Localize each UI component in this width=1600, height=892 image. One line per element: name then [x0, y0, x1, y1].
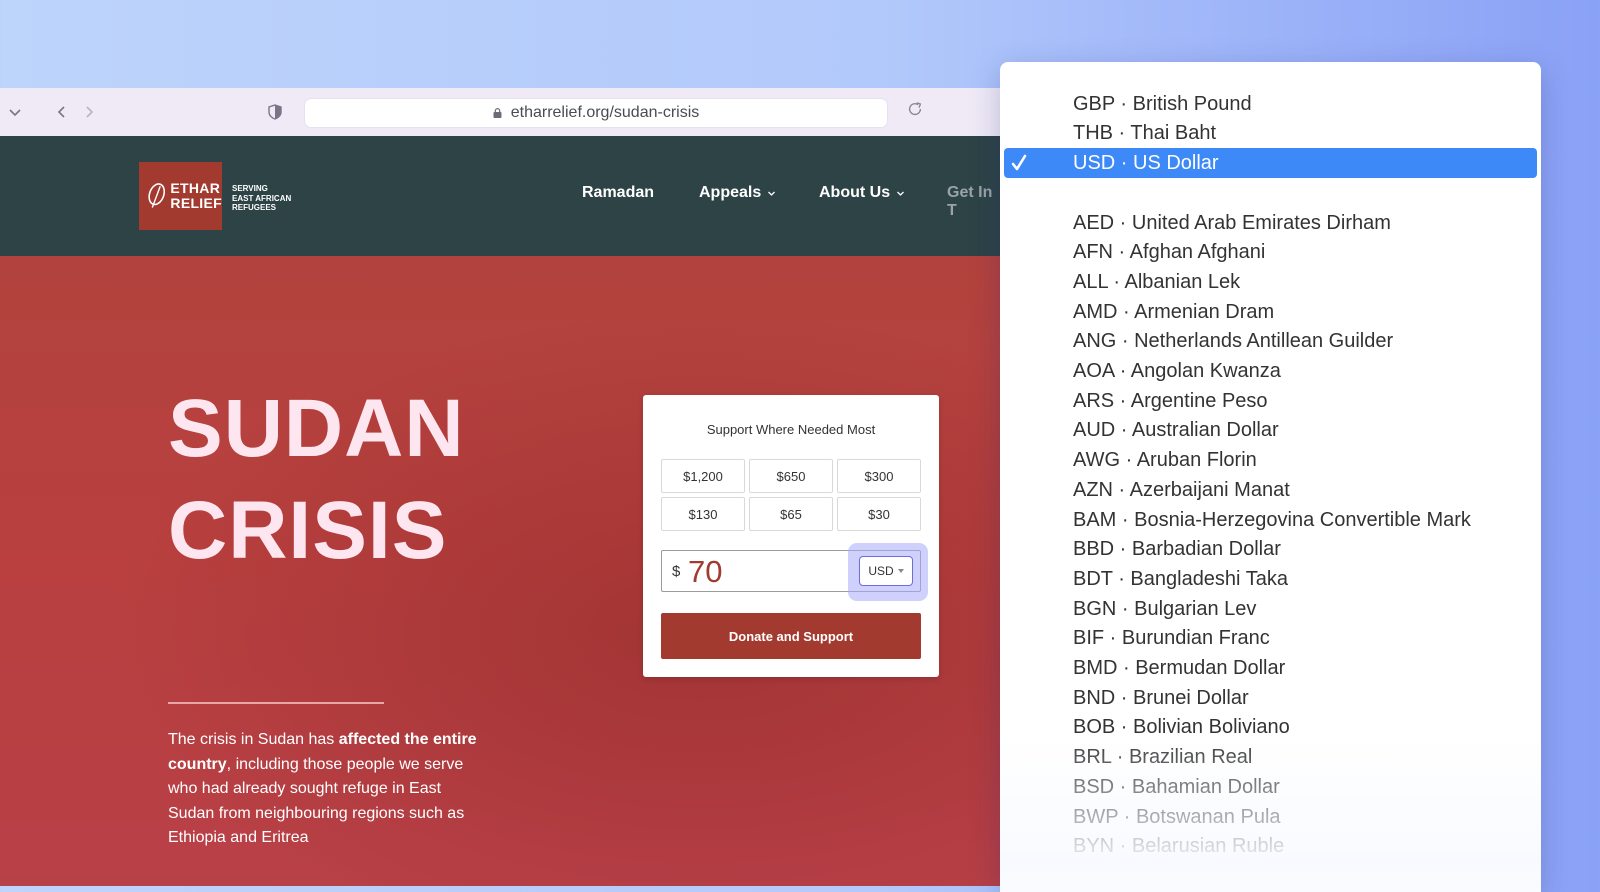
dropdown-option[interactable]: BIF · Burundian Franc — [1000, 624, 1541, 654]
dropdown-option[interactable]: AFN · Afghan Afghani — [1000, 238, 1541, 268]
logo-tagline: SERVING EAST AFRICAN REFUGEES — [232, 184, 292, 212]
dropdown-option[interactable]: AZN · Azerbaijani Manat — [1000, 475, 1541, 505]
amount-input[interactable]: $ 70 USD — [661, 543, 928, 601]
dropdown-option[interactable]: BYN · Belarusian Ruble — [1000, 832, 1541, 862]
amount-option[interactable]: $300 — [837, 459, 921, 493]
dropdown-option[interactable]: AUD · Australian Dollar — [1000, 416, 1541, 446]
amount-options: $1,200 $650 $300 $130 $65 $30 — [661, 459, 921, 531]
logo-text: ETHAR RELIEF — [170, 180, 222, 211]
currency-symbol: $ — [672, 563, 681, 580]
leaf-icon — [148, 183, 166, 208]
amount-option[interactable]: $650 — [749, 459, 833, 493]
dropdown-option[interactable]: AWG · Aruban Florin — [1000, 446, 1541, 476]
chevron-down-icon — [897, 191, 905, 196]
amount-option[interactable]: $130 — [661, 497, 745, 531]
nav-appeals[interactable]: Appeals — [699, 184, 776, 202]
dropdown-option[interactable]: BND · Brunei Dollar — [1000, 683, 1541, 713]
amount-option[interactable]: $65 — [749, 497, 833, 531]
chevron-right-icon[interactable] — [77, 100, 101, 124]
browser-toolbar: etharrelief.org/sudan-crisis — [0, 88, 1000, 137]
chevron-down-icon[interactable] — [3, 100, 27, 124]
chevron-left-icon[interactable] — [50, 100, 74, 124]
url-text: etharrelief.org/sudan-crisis — [510, 104, 700, 121]
donation-card: Support Where Needed Most $1,200 $650 $3… — [643, 395, 939, 677]
checkmark-icon — [1011, 154, 1027, 171]
dropdown-option[interactable]: BMD · Bermudan Dollar — [1000, 654, 1541, 684]
address-bar[interactable]: etharrelief.org/sudan-crisis — [304, 98, 888, 128]
dropdown-option[interactable]: THB · Thai Baht — [1000, 118, 1541, 148]
hero-description: The crisis in Sudan has affected the ent… — [168, 731, 477, 847]
donation-title: Support Where Needed Most — [706, 422, 876, 437]
hero-title: SUDAN CRISIS — [168, 383, 465, 576]
amount-value[interactable]: 70 — [688, 554, 722, 590]
dropdown-option[interactable]: BGN · Bulgarian Lev — [1000, 594, 1541, 624]
hero-divider — [168, 702, 384, 704]
site-header: ETHAR RELIEF SERVING EAST AFRICAN REFUGE… — [0, 136, 1000, 256]
dropdown-option[interactable]: BWP · Botswanan Pula — [1000, 802, 1541, 832]
chevron-down-icon — [768, 191, 776, 196]
dropdown-option[interactable]: BBD · Barbadian Dollar — [1000, 535, 1541, 565]
dropdown-option[interactable]: AMD · Armenian Dram — [1000, 297, 1541, 327]
dropdown-option[interactable]: AED · United Arab Emirates Dirham — [1000, 208, 1541, 238]
amount-option[interactable]: $30 — [837, 497, 921, 531]
currency-dropdown-menu[interactable]: GBP · British Pound THB · Thai Baht USD … — [1000, 62, 1541, 892]
reload-icon[interactable] — [906, 100, 930, 124]
amount-option[interactable]: $1,200 — [661, 459, 745, 493]
nav-about-us[interactable]: About Us — [819, 184, 905, 202]
donate-button[interactable]: Donate and Support — [661, 613, 921, 659]
dropdown-option[interactable]: BOB · Bolivian Boliviano — [1000, 713, 1541, 743]
nav-ramadan[interactable]: Ramadan — [582, 184, 654, 202]
dropdown-option[interactable]: AOA · Angolan Kwanza — [1000, 357, 1541, 387]
lock-icon — [493, 108, 502, 118]
dropdown-option[interactable]: BSD · Bahamian Dollar — [1000, 772, 1541, 802]
nav-get-in-touch[interactable]: Get In T — [947, 184, 1000, 220]
dropdown-option[interactable]: ARS · Argentine Peso — [1000, 386, 1541, 416]
dropdown-option[interactable]: BRL · Brazilian Real — [1000, 743, 1541, 773]
shield-icon[interactable] — [263, 100, 287, 124]
dropdown-option[interactable]: GBP · British Pound — [1000, 89, 1541, 119]
dropdown-option-selected[interactable]: USD · US Dollar — [1004, 148, 1537, 178]
dropdown-option[interactable]: ANG · Netherlands Antillean Guilder — [1000, 327, 1541, 357]
dropdown-option[interactable]: ALL · Albanian Lek — [1000, 267, 1541, 297]
currency-select[interactable]: USD — [859, 556, 913, 586]
dropdown-option[interactable]: BAM · Bosnia-Herzegovina Convertible Mar… — [1000, 505, 1541, 535]
caret-down-icon — [897, 569, 904, 573]
dropdown-option[interactable]: BDT · Bangladeshi Taka — [1000, 564, 1541, 594]
site-logo[interactable]: ETHAR RELIEF — [139, 162, 222, 230]
